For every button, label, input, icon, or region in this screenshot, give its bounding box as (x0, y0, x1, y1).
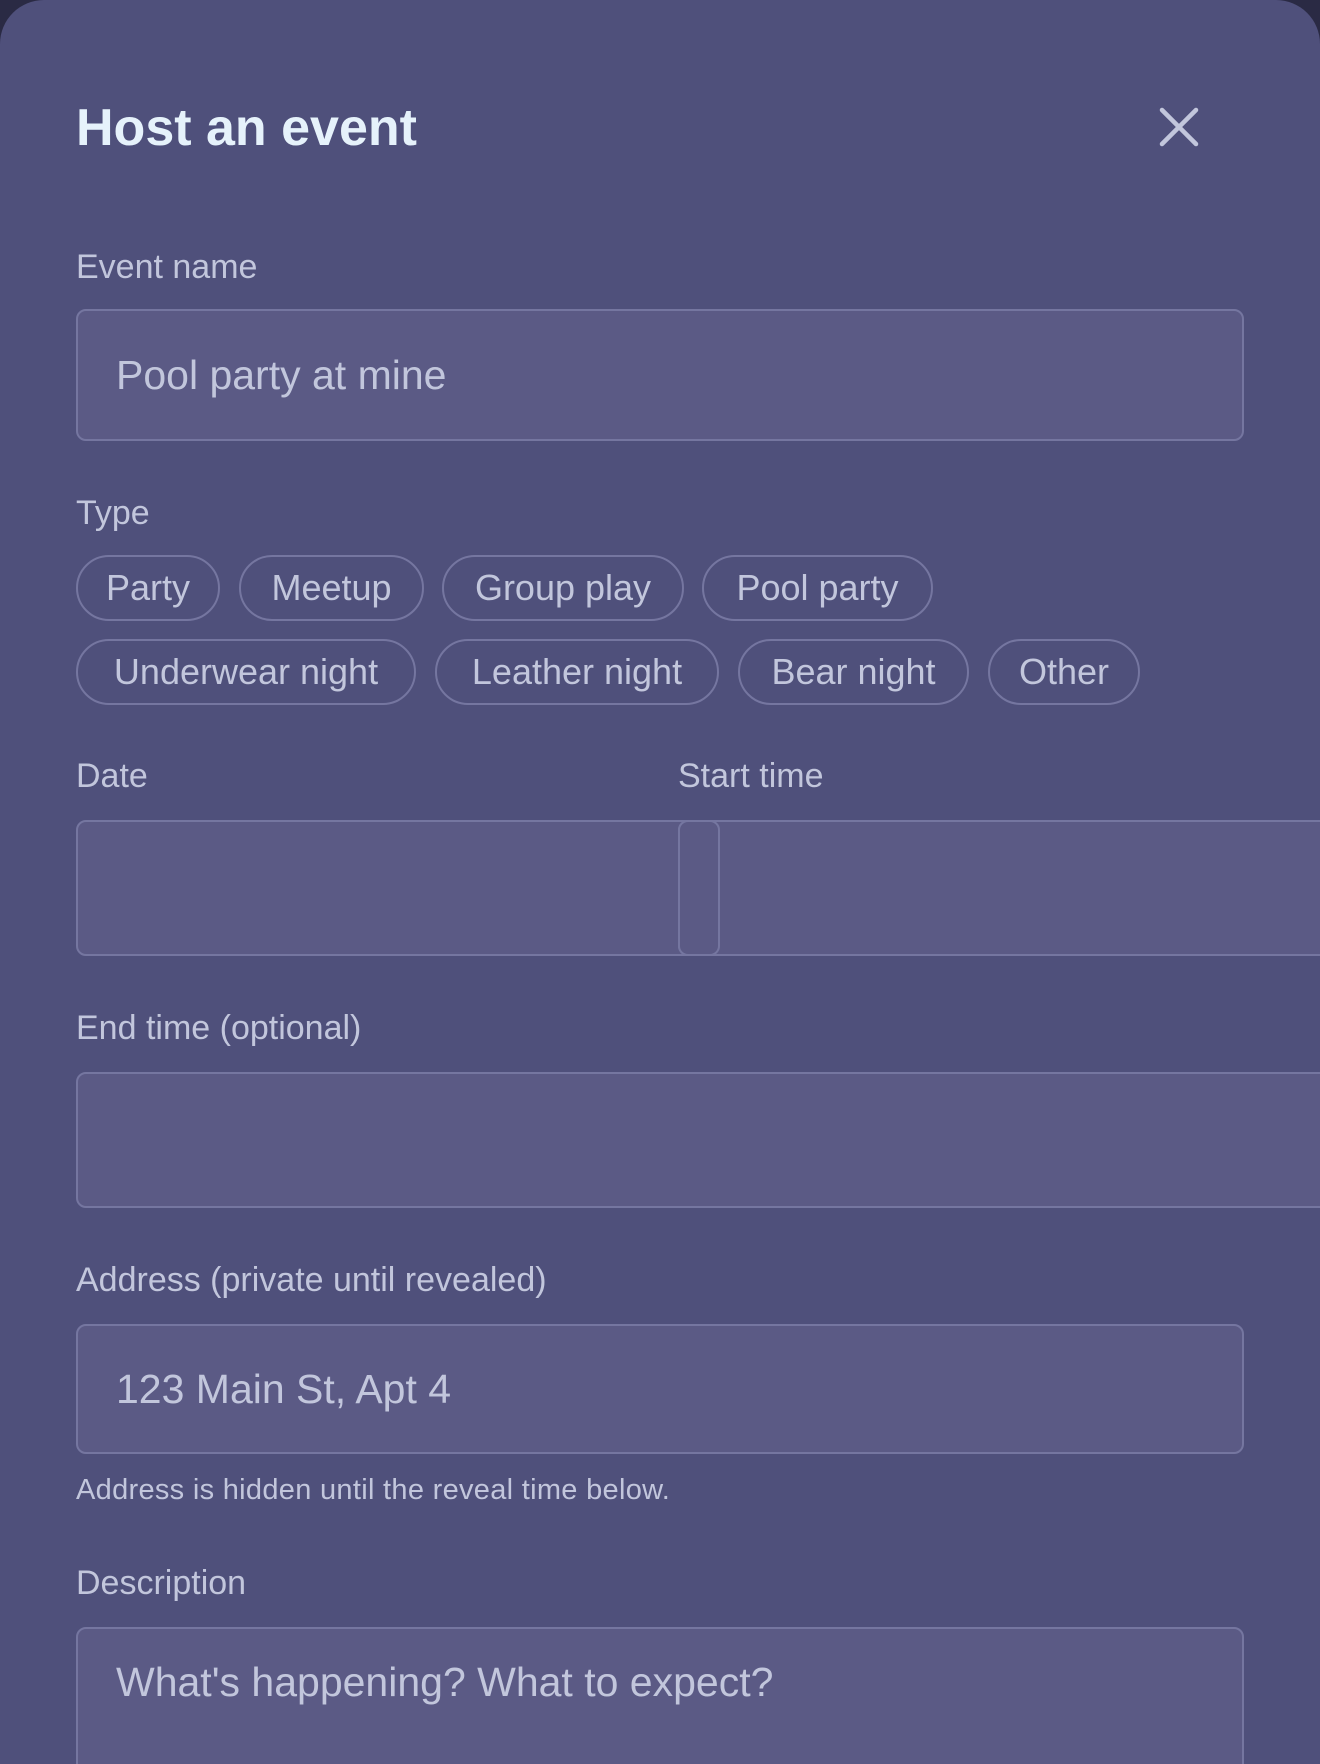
description-placeholder: What's happening? What to expect? (116, 1659, 774, 1705)
date-input[interactable] (76, 820, 716, 956)
type-label: Type (76, 494, 150, 532)
address-label: Address (private until revealed) (76, 1261, 547, 1299)
address-hint: Address is hidden until the reveal time … (76, 1474, 671, 1506)
event-name-label: Event name (76, 248, 258, 286)
date-label: Date (76, 757, 148, 795)
description-textarea[interactable]: What's happening? What to expect? (76, 1627, 1244, 1764)
description-label: Description (76, 1564, 247, 1602)
address-placeholder: 123 Main St, Apt 4 (116, 1365, 452, 1412)
type-chip-other[interactable]: Other (988, 639, 1140, 705)
type-chip-leather-night[interactable]: Leather night (435, 639, 719, 705)
start-time-picker-handle[interactable] (678, 820, 720, 956)
type-chip-bear-night[interactable]: Bear night (738, 639, 969, 705)
address-input[interactable]: 123 Main St, Apt 4 (76, 1324, 1244, 1454)
close-icon (1159, 107, 1199, 147)
type-chip-party[interactable]: Party (76, 555, 220, 621)
close-button[interactable] (1150, 98, 1208, 156)
type-chip-underwear-night[interactable]: Underwear night (76, 639, 416, 705)
type-chip-pool-party[interactable]: Pool party (702, 555, 933, 621)
type-chip-group-play[interactable]: Group play (442, 555, 684, 621)
end-time-label: End time (optional) (76, 1009, 362, 1047)
event-name-input[interactable]: Pool party at mine (76, 309, 1244, 441)
start-time-label: Start time (678, 757, 824, 795)
event-name-placeholder: Pool party at mine (116, 351, 447, 398)
start-time-input[interactable] (678, 820, 1320, 956)
type-chip-meetup[interactable]: Meetup (239, 555, 424, 621)
dialog-title: Host an event (76, 99, 417, 157)
end-time-input[interactable] (76, 1072, 1320, 1208)
host-event-dialog: Host an event Event name Pool party at m… (0, 0, 1320, 1764)
